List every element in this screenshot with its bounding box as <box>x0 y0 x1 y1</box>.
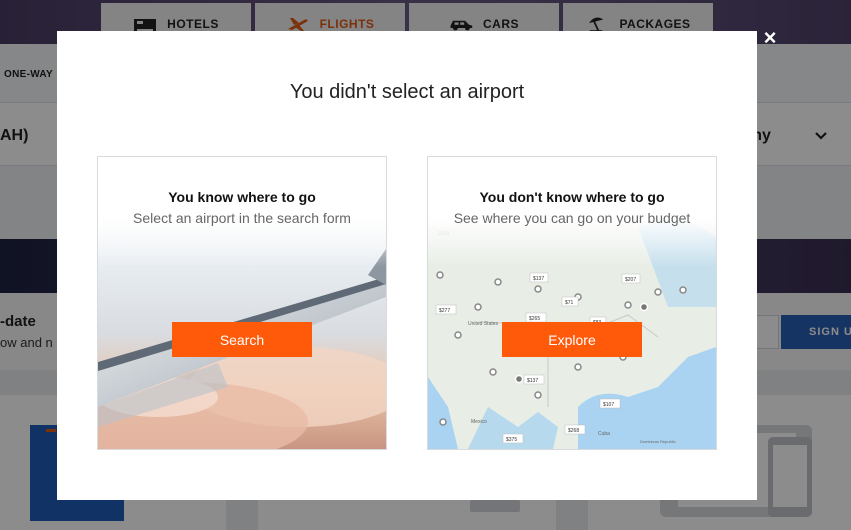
svg-text:$207: $207 <box>625 277 636 283</box>
close-icon[interactable]: × <box>758 26 782 50</box>
option-subtitle: See where you can go on your budget <box>453 210 691 226</box>
search-button[interactable]: Search <box>172 322 312 357</box>
map-price-label: $375 <box>502 433 524 444</box>
map-price-label: $268 <box>564 424 586 435</box>
option-explore-destinations: 2019 $137 $207 $277 $71 $265 $83 $137 $1… <box>427 156 717 450</box>
svg-text:$71: $71 <box>565 300 574 306</box>
modal-title: You didn't select an airport <box>289 81 525 103</box>
map-price-label: $137 <box>529 272 549 283</box>
map-price-label: $207 <box>621 273 641 284</box>
svg-text:$107: $107 <box>603 402 614 408</box>
explore-button[interactable]: Explore <box>502 322 642 357</box>
svg-text:$137: $137 <box>533 276 544 282</box>
no-airport-modal: You didn't select an airport You know wh… <box>57 31 757 500</box>
svg-text:$268: $268 <box>568 428 579 434</box>
map-price-label: $137 <box>523 374 545 385</box>
map-country-label: United States <box>468 321 499 327</box>
map-price-label: $265 <box>525 312 547 323</box>
map-price-label: $277 <box>435 304 457 315</box>
option-title: You don't know where to go <box>479 189 665 205</box>
map-price-label: $107 <box>599 398 621 409</box>
map-price-label: $71 <box>561 296 579 307</box>
map-country-label: Cuba <box>598 431 610 437</box>
option-know-destination: You know where to go Select an airport i… <box>97 156 387 450</box>
map-country-label: Mexico <box>471 419 487 425</box>
svg-text:$277: $277 <box>439 308 450 314</box>
svg-text:$137: $137 <box>527 378 538 384</box>
svg-text:$375: $375 <box>506 437 517 443</box>
map-country-label: Dominican Republic <box>640 439 676 444</box>
option-title: You know where to go <box>168 189 316 205</box>
option-subtitle: Select an airport in the search form <box>133 210 351 226</box>
